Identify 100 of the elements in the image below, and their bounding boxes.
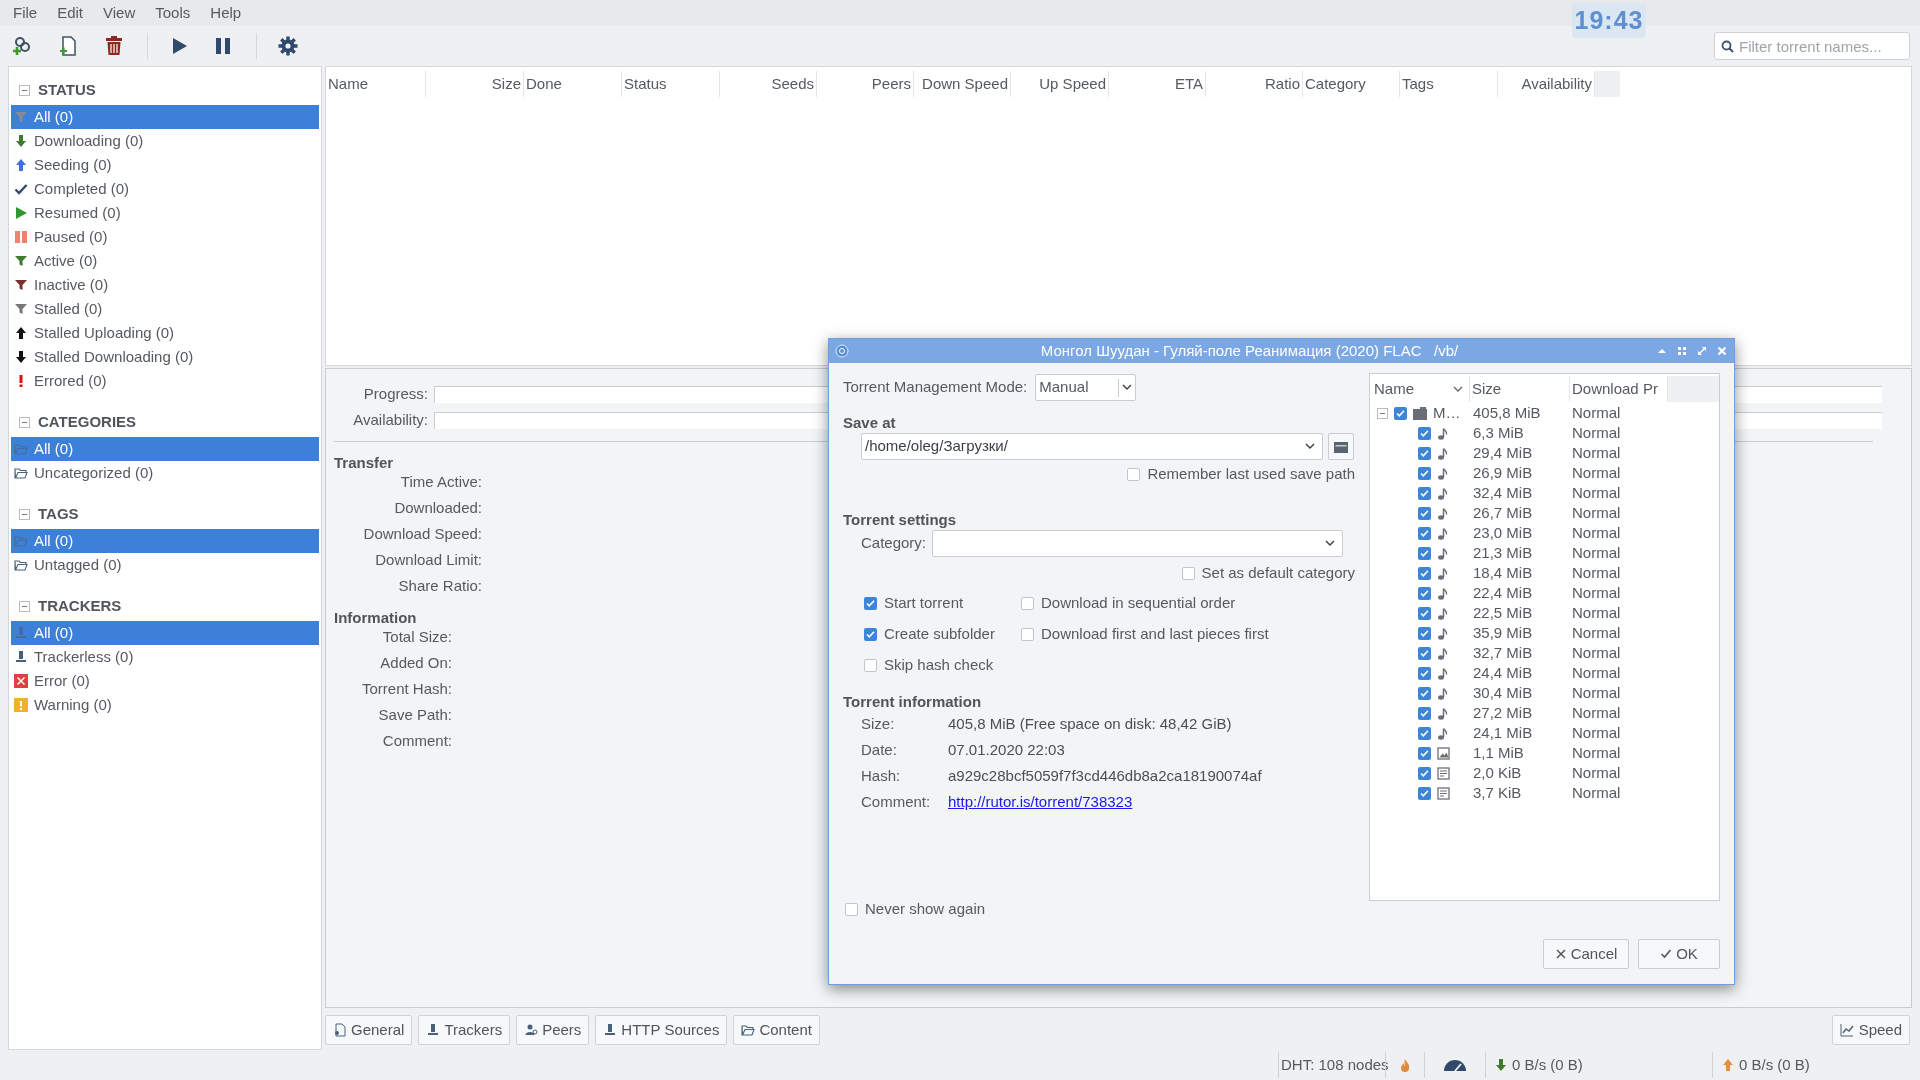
- checkbox[interactable]: [1418, 466, 1431, 480]
- checkbox[interactable]: [1418, 786, 1431, 800]
- menu-item[interactable]: Tools: [155, 1, 191, 25]
- ok-button[interactable]: OK: [1638, 939, 1720, 969]
- column-header[interactable]: Size: [1470, 376, 1570, 402]
- checkbox-label[interactable]: Download in sequential order: [1041, 592, 1236, 615]
- column-header[interactable]: Ratio: [1206, 71, 1303, 97]
- collapse-icon[interactable]: [1377, 407, 1388, 419]
- checkbox-label[interactable]: Create subfolder: [884, 623, 995, 646]
- checkbox[interactable]: [1021, 628, 1034, 641]
- tab-button[interactable]: Peers: [516, 1015, 590, 1045]
- collapse-icon[interactable]: [19, 600, 30, 612]
- sidebar-item[interactable]: Untagged (0): [11, 553, 319, 577]
- collapse-icon[interactable]: [19, 508, 30, 520]
- maximize-icon[interactable]: [1696, 345, 1708, 357]
- sidebar-item[interactable]: All (0): [11, 437, 319, 461]
- checkbox-label[interactable]: Skip hash check: [884, 654, 994, 677]
- tab-button[interactable]: Content: [733, 1015, 820, 1045]
- grid-icon[interactable]: [1676, 345, 1688, 357]
- checkbox[interactable]: [1394, 406, 1407, 420]
- checkbox-label[interactable]: Remember last used save path: [1147, 463, 1355, 486]
- checkbox[interactable]: [1418, 546, 1431, 560]
- checkbox[interactable]: [1418, 566, 1431, 580]
- checkbox[interactable]: [1418, 446, 1431, 460]
- menu-item[interactable]: View: [103, 1, 136, 25]
- checkbox[interactable]: [1418, 666, 1431, 680]
- column-header[interactable]: Up Speed: [1011, 71, 1109, 97]
- path-combo-box[interactable]: /home/oleg/Загрузки/: [861, 433, 1323, 460]
- checkbox[interactable]: [1418, 526, 1431, 540]
- sidebar-item[interactable]: Resumed (0): [11, 201, 319, 225]
- column-header[interactable]: Name: [1372, 376, 1470, 402]
- column-header[interactable]: Peers: [817, 71, 914, 97]
- checkbox[interactable]: [864, 597, 877, 610]
- menu-item[interactable]: Edit: [57, 1, 84, 25]
- column-header[interactable]: Category: [1303, 71, 1400, 97]
- checkbox[interactable]: [1418, 766, 1431, 780]
- sidebar-item[interactable]: Stalled Uploading (0): [11, 321, 319, 345]
- checkbox[interactable]: [1418, 586, 1431, 600]
- checkbox[interactable]: [1181, 567, 1195, 580]
- sidebar-item[interactable]: All (0): [11, 105, 319, 129]
- checkbox[interactable]: [1418, 426, 1431, 440]
- close-icon[interactable]: [1716, 345, 1728, 357]
- checkbox[interactable]: [1418, 686, 1431, 700]
- checkbox-label[interactable]: Never show again: [865, 898, 986, 921]
- sidebar-item[interactable]: Seeding (0): [11, 153, 319, 177]
- checkbox-label[interactable]: Download first and last pieces first: [1041, 623, 1269, 646]
- settings-icon[interactable]: [277, 35, 299, 57]
- checkbox[interactable]: [1418, 506, 1431, 520]
- sidebar-item[interactable]: Completed (0): [11, 177, 319, 201]
- browse-button[interactable]: [1328, 433, 1354, 460]
- sidebar-item[interactable]: Stalled (0): [11, 297, 319, 321]
- mode-dropdown[interactable]: Manual: [1035, 374, 1137, 401]
- sidebar-item[interactable]: Inactive (0): [11, 273, 319, 297]
- sidebar-item[interactable]: Errored (0): [11, 369, 319, 393]
- checkbox[interactable]: [1127, 468, 1141, 481]
- sidebar-item[interactable]: Paused (0): [11, 225, 319, 249]
- column-header[interactable]: Done: [524, 71, 622, 97]
- column-header[interactable]: Down Speed: [914, 71, 1011, 97]
- column-header[interactable]: ETA: [1109, 71, 1206, 97]
- column-header[interactable]: Seeds: [720, 71, 817, 97]
- sidebar-item[interactable]: Stalled Downloading (0): [11, 345, 319, 369]
- menu-item[interactable]: Help: [210, 1, 242, 25]
- checkbox[interactable]: [1418, 606, 1431, 620]
- checkbox[interactable]: [1418, 706, 1431, 720]
- tab-button[interactable]: General: [325, 1015, 413, 1045]
- checkbox[interactable]: [1418, 626, 1431, 640]
- checkbox[interactable]: [1418, 726, 1431, 740]
- checkbox[interactable]: [845, 903, 858, 916]
- checkbox-label[interactable]: Start torrent: [884, 592, 964, 615]
- comment-link[interactable]: http://rutor.is/torrent/738323: [948, 790, 1133, 814]
- filter-field[interactable]: Filter torrent names...: [1714, 32, 1910, 60]
- speed-button[interactable]: Speed: [1831, 1015, 1910, 1045]
- sidebar-item[interactable]: All (0): [11, 529, 319, 553]
- column-header[interactable]: Tags: [1400, 71, 1498, 97]
- add-link-icon[interactable]: [11, 35, 33, 57]
- checkbox[interactable]: [1418, 646, 1431, 660]
- sidebar-item[interactable]: Downloading (0): [11, 129, 319, 153]
- sidebar-item[interactable]: Uncategorized (0): [11, 461, 319, 485]
- tab-button[interactable]: HTTP Sources: [595, 1015, 728, 1045]
- checkbox-label[interactable]: Set as default category: [1201, 562, 1355, 585]
- sidebar-item[interactable]: Active (0): [11, 249, 319, 273]
- delete-icon[interactable]: [103, 35, 125, 57]
- checkbox[interactable]: [864, 659, 877, 672]
- column-header[interactable]: Name: [326, 71, 426, 97]
- checkbox[interactable]: [1418, 486, 1431, 500]
- checkbox[interactable]: [1418, 746, 1431, 760]
- checkbox[interactable]: [1021, 597, 1034, 610]
- tab-button[interactable]: Trackers: [418, 1015, 511, 1045]
- collapse-icon[interactable]: [19, 416, 30, 428]
- column-header[interactable]: Status: [622, 71, 720, 97]
- sidebar-item[interactable]: Error (0): [11, 669, 319, 693]
- collapse-icon[interactable]: [19, 84, 30, 96]
- menu-item[interactable]: File: [13, 1, 38, 25]
- sidebar-item[interactable]: Warning (0): [11, 693, 319, 717]
- cancel-button[interactable]: Cancel: [1543, 939, 1629, 969]
- column-header[interactable]: Size: [426, 71, 524, 97]
- add-file-icon[interactable]: [57, 35, 79, 57]
- checkbox[interactable]: [864, 628, 877, 641]
- sidebar-item[interactable]: All (0): [11, 621, 319, 645]
- sidebar-item[interactable]: Trackerless (0): [11, 645, 319, 669]
